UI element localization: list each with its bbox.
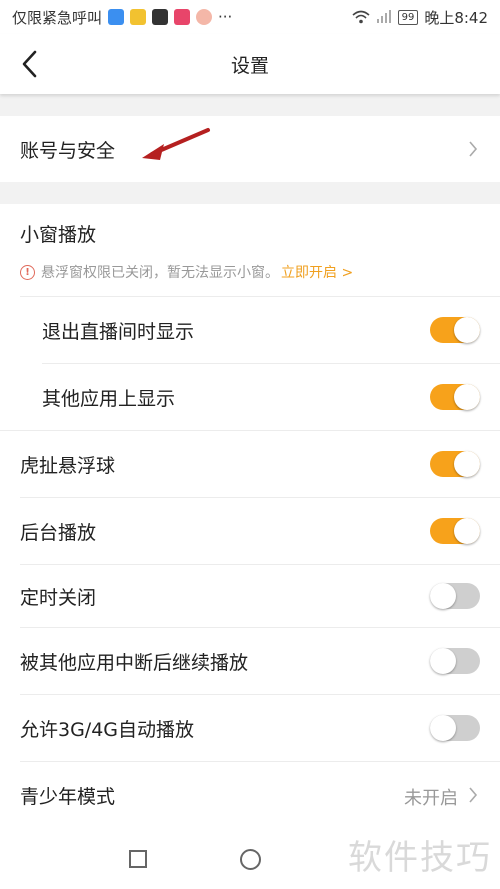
toggle-label: 虎扯悬浮球 xyxy=(20,455,116,477)
toggle-knob xyxy=(454,317,480,343)
app-notification-icon xyxy=(196,9,213,25)
battery-icon: 99 xyxy=(397,9,419,25)
top-nav-bar: 设置 xyxy=(0,34,500,94)
toggle-row-exit-live: 退出直播间时显示 xyxy=(0,297,500,363)
chevron-right-icon xyxy=(469,787,478,803)
page-title: 设置 xyxy=(230,54,269,77)
clock: 晚上8:42 xyxy=(424,8,488,27)
toggle-label: 退出直播间时显示 xyxy=(42,321,195,343)
toggle-label: 其他应用上显示 xyxy=(42,388,176,410)
chevron-right-icon xyxy=(469,141,478,157)
mini-window-title: 小窗播放 xyxy=(20,224,97,246)
app-notification-icon xyxy=(174,9,191,25)
teen-mode-status: 未开启 xyxy=(404,788,458,809)
toggle-knob xyxy=(454,384,480,410)
toggle-switch[interactable] xyxy=(430,583,480,609)
warning-text: 悬浮窗权限已关闭，暂无法显示小窗。 xyxy=(41,265,279,281)
toggle-label: 允许3G/4G自动播放 xyxy=(20,719,195,741)
signal-icon xyxy=(376,10,391,23)
open-now-link[interactable]: 立即开启 > xyxy=(281,262,353,282)
toggle-switch[interactable] xyxy=(430,648,480,674)
annotation-arrow-icon xyxy=(142,128,210,160)
app-notification-icon xyxy=(108,9,125,25)
toggle-switch[interactable] xyxy=(430,715,480,741)
carrier-text: 仅限紧急呼叫 xyxy=(12,8,103,27)
toggle-knob xyxy=(430,648,456,674)
toggle-label: 定时关闭 xyxy=(20,587,97,609)
chevron-left-icon xyxy=(22,50,37,78)
toggle-label: 后台播放 xyxy=(20,522,97,544)
toggle-knob xyxy=(430,583,456,609)
toggle-row-other-apps: 其他应用上显示 xyxy=(0,364,500,430)
toggle-knob xyxy=(454,451,480,477)
status-bar: 仅限紧急呼叫 ··· 99 晚上8:42 xyxy=(0,0,500,34)
back-button[interactable] xyxy=(14,48,46,80)
recent-apps-button[interactable] xyxy=(129,850,147,868)
toggle-switch[interactable] xyxy=(430,317,480,343)
toggle-switch[interactable] xyxy=(430,451,480,477)
teen-mode-row[interactable]: 青少年模式 未开启 xyxy=(0,762,500,828)
watermark: 软件技巧 xyxy=(348,838,492,878)
more-notifications-icon: ··· xyxy=(218,8,233,26)
wifi-icon xyxy=(352,10,370,24)
status-right: 99 晚上8:42 xyxy=(352,7,500,28)
toggle-row-mobile-autoplay: 允许3G/4G自动播放 xyxy=(0,695,500,761)
toggle-switch[interactable] xyxy=(430,384,480,410)
toggle-label: 被其他应用中断后继续播放 xyxy=(20,652,249,674)
home-button[interactable] xyxy=(240,849,261,870)
app-notification-icon xyxy=(152,9,169,25)
teen-mode-label: 青少年模式 xyxy=(20,786,116,808)
toggle-switch[interactable] xyxy=(430,518,480,544)
app-notification-icon xyxy=(130,9,147,25)
toggle-knob xyxy=(454,518,480,544)
toggle-knob xyxy=(430,715,456,741)
account-security-row[interactable]: 账号与安全 xyxy=(0,116,500,182)
status-left: 仅限紧急呼叫 ··· xyxy=(0,7,232,28)
toggle-row-timer-off: 定时关闭 xyxy=(0,565,500,627)
toggle-row-resume-after-interrupt: 被其他应用中断后继续播放 xyxy=(0,628,500,694)
floating-permission-warning: ! 悬浮窗权限已关闭，暂无法显示小窗。 立即开启 > xyxy=(20,262,353,282)
toggle-row-float-ball: 虎扯悬浮球 xyxy=(0,431,500,497)
account-security-label: 账号与安全 xyxy=(20,140,116,162)
toggle-row-background-play: 后台播放 xyxy=(0,498,500,564)
warning-icon: ! xyxy=(20,264,35,280)
